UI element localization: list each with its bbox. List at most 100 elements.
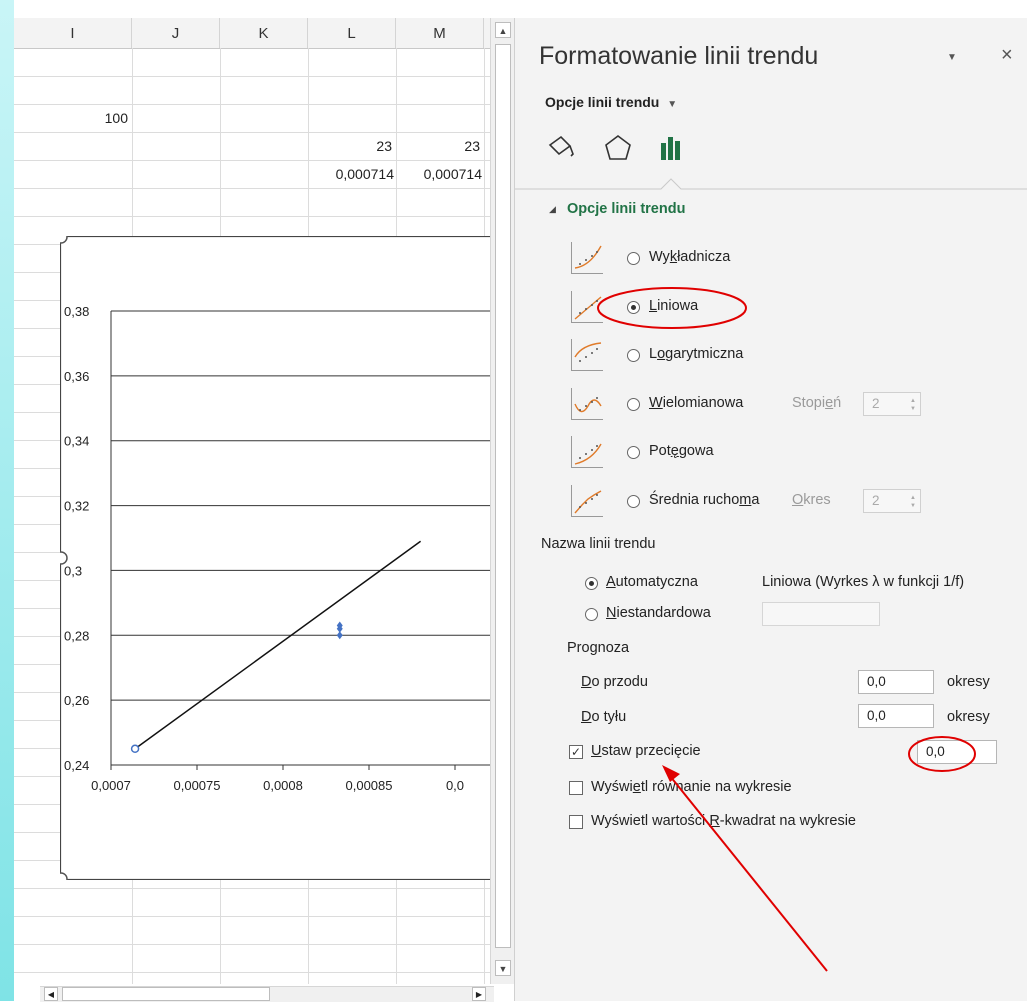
cell-l5[interactable]: 0,000714: [310, 166, 394, 182]
intercept-input[interactable]: 0,0: [917, 740, 997, 764]
radio-trendline-type-2[interactable]: [627, 300, 640, 314]
scatter-chart[interactable]: 0,38 0,36 0,34 0,32 0,3 0,28 0,26 0,24 0,0007 0,0…: [54, 230, 502, 886]
trendline-type-3-icon: [571, 339, 603, 371]
scroll-down-arrow-icon[interactable]: ▼: [495, 960, 511, 976]
trendline-type-6-label: Średnia ruchoma: [649, 491, 760, 508]
backward-unit: okresy: [947, 709, 990, 725]
trendline-type-2-icon: [571, 290, 603, 323]
radio-trendline-type-1[interactable]: [627, 252, 640, 265]
period-spinner[interactable]: 2 ▲ ▼: [863, 489, 921, 513]
close-icon[interactable]: ×: [1001, 44, 1013, 67]
row-gridline: [14, 916, 490, 917]
series-options-tab-icon[interactable]: [655, 132, 689, 166]
trendline-name-heading: Nazwa linii trendu: [541, 536, 656, 552]
data-point[interactable]: [130, 744, 140, 754]
trendline-type-5-label: Potęgowa: [649, 443, 714, 459]
show-r-squared-checkbox[interactable]: [569, 815, 583, 829]
radio-trendline-type-4[interactable]: [627, 397, 640, 411]
degree-label: Stopień: [792, 395, 842, 411]
x-tick-label: 0,0008: [263, 778, 303, 793]
horizontal-scrollbar[interactable]: ◀ ▶: [40, 986, 494, 1002]
cell-m4[interactable]: 23: [402, 138, 480, 154]
y-tick-label: 0,34: [64, 434, 89, 449]
row-gridline: [14, 216, 490, 217]
column-header-l[interactable]: L: [308, 18, 396, 48]
row-gridline: [14, 132, 490, 133]
pane-options-chevron-icon[interactable]: ▼: [947, 52, 957, 63]
cell-l4[interactable]: 23: [314, 138, 392, 154]
scroll-up-arrow-icon[interactable]: ▲: [495, 22, 511, 38]
y-tick-label: 0,38: [64, 304, 89, 319]
fill-line-tab-icon[interactable]: [545, 132, 579, 166]
column-header-bar: I J K L M: [14, 18, 490, 49]
show-equation-label: Wyświetl równanie na wykresie: [591, 779, 792, 795]
pane-title: Formatowanie linii trendu: [539, 42, 819, 70]
trendline-type-5-icon: [571, 436, 603, 468]
scroll-left-arrow-icon[interactable]: ◀: [44, 987, 58, 1001]
trendline-type-4-label: Wielomianowa: [649, 394, 744, 411]
trendline-type-1-icon: [571, 242, 603, 274]
y-tick-label: 0,26: [64, 693, 89, 708]
y-tick-label: 0,36: [64, 369, 89, 384]
y-tick-label: 0,3: [64, 563, 82, 578]
automatic-label: Automatyczna: [606, 574, 698, 590]
options-dropdown-label: Opcje linii trendu: [545, 94, 660, 110]
options-dropdown-chevron-icon: ▼: [667, 99, 678, 110]
column-header-j[interactable]: J: [132, 18, 220, 48]
forward-input[interactable]: 0,0: [858, 670, 934, 694]
column-header-k[interactable]: K: [220, 18, 308, 48]
row-gridline: [14, 972, 490, 973]
y-tick-label: 0,24: [64, 758, 89, 773]
section-collapse-icon[interactable]: ◢: [549, 204, 556, 215]
automatic-name-value: Liniowa (Wyrkes λ w funkcji 1/f): [762, 574, 965, 590]
format-trendline-pane: Formatowanie linii trendu ▼ × Opcje lini…: [514, 18, 1027, 1001]
desktop-background: [0, 0, 14, 1001]
trendline-type-4-icon: [571, 387, 603, 420]
column-header-m[interactable]: M: [396, 18, 484, 48]
row-gridline: [14, 944, 490, 945]
trendline-type-1-label: Wykładnicza: [649, 249, 731, 265]
y-tick-label: 0,28: [64, 628, 89, 643]
options-dropdown[interactable]: Opcje linii trendu ▼: [545, 94, 677, 110]
column-header-i[interactable]: I: [14, 18, 132, 48]
radio-custom[interactable]: [585, 608, 598, 621]
degree-spinner[interactable]: 2 ▲ ▼: [863, 392, 921, 416]
radio-trendline-type-5[interactable]: [627, 446, 640, 459]
forward-label: Do przodu: [581, 674, 648, 690]
show-equation-checkbox[interactable]: [569, 781, 583, 795]
custom-label: Niestandardowa: [606, 605, 711, 621]
horizontal-scroll-thumb[interactable]: [62, 987, 270, 1001]
chart-resize-handle[interactable]: [54, 551, 68, 565]
cell-m5[interactable]: 0,000714: [398, 166, 482, 182]
backward-label: Do tyłu: [581, 709, 627, 725]
row-gridline: [14, 160, 490, 161]
row-gridline: [14, 888, 490, 889]
effects-tab-icon[interactable]: [601, 132, 635, 166]
forward-unit: okresy: [947, 674, 990, 690]
tab-indicator: [515, 178, 1027, 190]
x-tick-label: 0,00075: [174, 778, 221, 793]
forecast-heading: Prognoza: [567, 640, 630, 656]
trendline-type-6-icon: [571, 484, 603, 517]
set-intercept-checkbox[interactable]: ✓: [569, 745, 583, 759]
set-intercept-label: Ustaw przecięcie: [591, 743, 701, 759]
custom-name-input[interactable]: [762, 602, 880, 626]
scroll-right-arrow-icon[interactable]: ▶: [472, 987, 486, 1001]
y-tick-label: 0,32: [64, 499, 89, 514]
radio-trendline-type-3[interactable]: [627, 349, 640, 362]
backward-input[interactable]: 0,0: [858, 704, 934, 728]
chart-svg: 0,38 0,36 0,34 0,32 0,3 0,28 0,26 0,240,0007 0,0…: [54, 230, 502, 886]
x-tick-label: 0,00085: [346, 778, 393, 793]
vertical-scroll-thumb[interactable]: [495, 44, 511, 948]
show-r-squared-label: Wyświetl wartości R-kwadrat na wykresie: [591, 813, 856, 829]
radio-trendline-type-6[interactable]: [627, 494, 640, 508]
section-trendline-options[interactable]: Opcje linii trendu: [567, 201, 685, 217]
row-gridline: [14, 188, 490, 189]
x-tick-label: 0,0007: [91, 778, 131, 793]
row-gridline: [14, 76, 490, 77]
cell-i3[interactable]: 100: [54, 110, 128, 126]
x-tick-label: 0,0: [446, 778, 464, 793]
row-gridline: [14, 104, 490, 105]
radio-automatic[interactable]: [585, 577, 598, 590]
vertical-scrollbar[interactable]: ▲ ▼: [490, 18, 515, 984]
